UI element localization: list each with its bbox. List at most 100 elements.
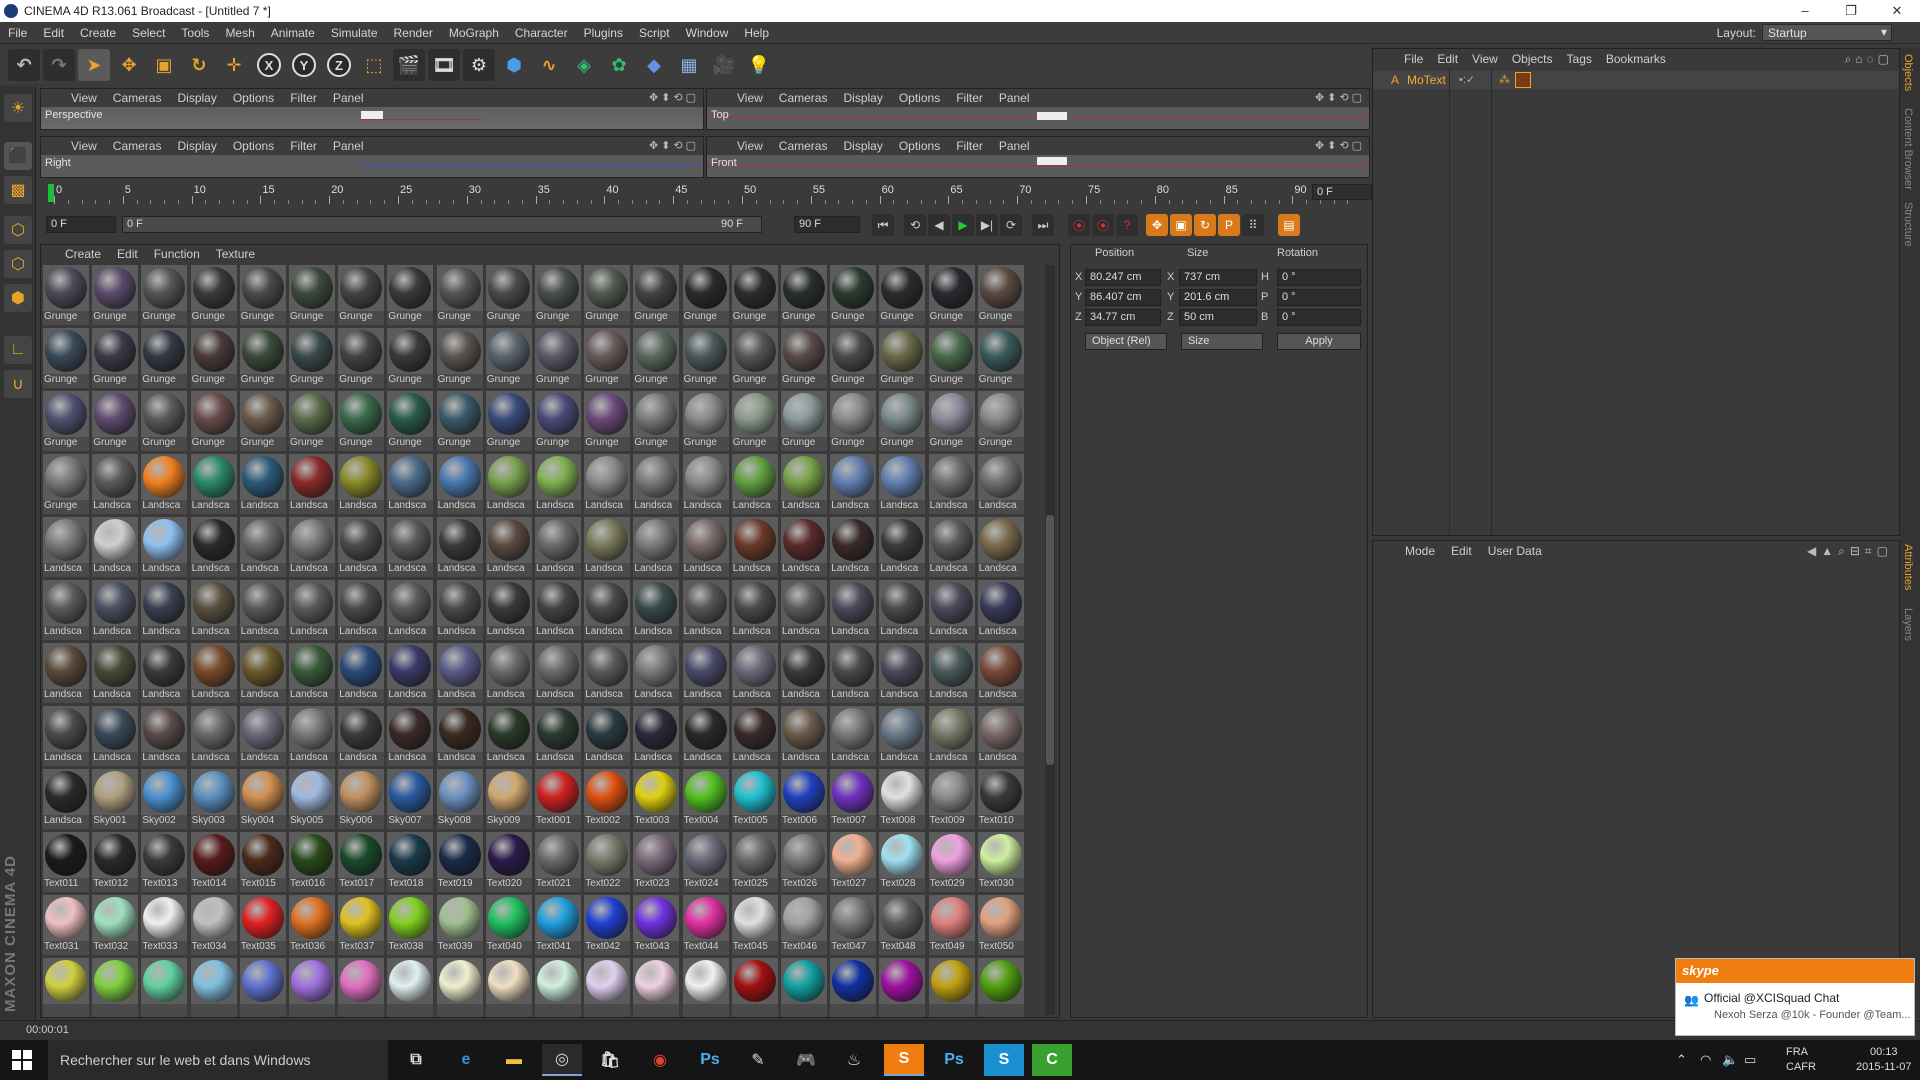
- material-swatch[interactable]: Text050: [977, 895, 1024, 955]
- material-swatch[interactable]: Landsca: [879, 643, 926, 703]
- material-swatch[interactable]: Landsca: [781, 643, 827, 703]
- camtasia-icon[interactable]: C: [1032, 1044, 1072, 1076]
- material-swatch[interactable]: Text013: [141, 832, 188, 892]
- material-swatch[interactable]: Grunge: [436, 265, 483, 325]
- viewport-top[interactable]: View Cameras Display Options Filter Pane…: [706, 88, 1370, 130]
- current-frame-field[interactable]: 0 F: [1312, 184, 1372, 200]
- menu-file[interactable]: File: [0, 26, 35, 40]
- material-swatch[interactable]: Text018: [387, 832, 434, 892]
- material-swatch[interactable]: Text025: [731, 832, 778, 892]
- material-swatch[interactable]: Grunge: [879, 328, 926, 388]
- material-swatch[interactable]: Text029: [928, 832, 975, 892]
- material-swatch[interactable]: Landsca: [92, 580, 139, 640]
- material-swatch[interactable]: Grunge: [977, 391, 1024, 451]
- material-swatch[interactable]: [92, 958, 139, 1017]
- menu-script[interactable]: Script: [631, 26, 678, 40]
- edge-browser-icon[interactable]: e: [446, 1044, 486, 1076]
- material-swatch[interactable]: Landsca: [436, 643, 483, 703]
- mograph-cloner-icon[interactable]: ✿: [603, 49, 635, 81]
- material-swatch[interactable]: Landsca: [141, 706, 188, 766]
- next-key-icon[interactable]: ⟳: [1000, 214, 1022, 236]
- material-swatch[interactable]: Grunge: [584, 391, 631, 451]
- vp-menu-display[interactable]: Display: [835, 139, 890, 153]
- material-swatch[interactable]: Landsca: [781, 454, 827, 514]
- material-swatch[interactable]: [584, 958, 631, 1017]
- material-swatch[interactable]: Text028: [879, 832, 926, 892]
- material-swatch[interactable]: Text046: [781, 895, 827, 955]
- material-swatch[interactable]: Landsca: [977, 517, 1024, 577]
- render-picture-viewer-icon[interactable]: 🎞: [428, 49, 460, 81]
- material-swatch[interactable]: Landsca: [338, 643, 385, 703]
- scale-icon[interactable]: ▣: [148, 49, 180, 81]
- record-parameter-icon[interactable]: P: [1218, 214, 1240, 236]
- mat-menu-create[interactable]: Create: [57, 247, 109, 261]
- tab-content-browser[interactable]: Content Browser: [1902, 108, 1914, 190]
- material-swatch[interactable]: Grunge: [682, 391, 729, 451]
- play-icon[interactable]: ▶: [952, 214, 974, 236]
- input-language[interactable]: FRA CAFR: [1786, 1045, 1816, 1075]
- spline-icon[interactable]: ∿: [533, 49, 565, 81]
- material-swatch[interactable]: [485, 958, 532, 1017]
- tab-layers[interactable]: Layers: [1902, 608, 1914, 641]
- material-swatch[interactable]: Text038: [387, 895, 434, 955]
- material-swatch[interactable]: Landsca: [43, 706, 89, 766]
- taskbar-clock[interactable]: 00:13 2015-11-07: [1856, 1045, 1911, 1075]
- material-swatch[interactable]: Grunge: [92, 391, 139, 451]
- material-swatch[interactable]: Grunge: [977, 265, 1024, 325]
- material-swatch[interactable]: Landsca: [387, 706, 434, 766]
- material-swatch[interactable]: [879, 958, 926, 1017]
- material-swatch[interactable]: Grunge: [338, 265, 385, 325]
- material-swatch[interactable]: Landsca: [436, 706, 483, 766]
- material-swatch[interactable]: [141, 958, 188, 1017]
- size-z-field[interactable]: 50 cm: [1179, 309, 1257, 326]
- obj-menu-objects[interactable]: Objects: [1505, 52, 1560, 66]
- material-swatch[interactable]: Landsca: [485, 706, 532, 766]
- material-swatch[interactable]: Grunge: [338, 328, 385, 388]
- edges-mode-icon[interactable]: ⬡: [4, 250, 32, 278]
- material-swatch[interactable]: Landsca: [43, 643, 89, 703]
- material-swatch[interactable]: Landsca: [977, 643, 1024, 703]
- material-swatch[interactable]: Sky007: [387, 769, 434, 829]
- material-swatch[interactable]: [289, 958, 335, 1017]
- y-axis-lock-icon[interactable]: Y: [288, 49, 320, 81]
- vp-menu-filter[interactable]: Filter: [282, 91, 325, 105]
- material-swatch[interactable]: Landsca: [830, 706, 877, 766]
- material-swatch[interactable]: Text015: [239, 832, 286, 892]
- move-icon[interactable]: ✥: [113, 49, 145, 81]
- record-rotation-icon[interactable]: ↻: [1194, 214, 1216, 236]
- apply-button[interactable]: Apply: [1277, 333, 1361, 350]
- skype-blue-icon[interactable]: S: [984, 1044, 1024, 1076]
- material-swatch[interactable]: Landsca: [535, 706, 581, 766]
- material-swatch[interactable]: Grunge: [485, 328, 532, 388]
- material-swatch[interactable]: Landsca: [584, 517, 631, 577]
- material-swatch[interactable]: Landsca: [928, 454, 975, 514]
- next-frame-icon[interactable]: ▶|: [976, 214, 998, 236]
- mat-menu-function[interactable]: Function: [146, 247, 208, 261]
- material-swatch[interactable]: Text021: [535, 832, 581, 892]
- viewport-nav-icons[interactable]: ✥⬍⟲▢: [1315, 139, 1365, 152]
- skype-taskbar-icon[interactable]: S: [884, 1044, 924, 1076]
- material-swatch[interactable]: Landsca: [239, 706, 286, 766]
- material-swatch[interactable]: Text003: [633, 769, 680, 829]
- material-swatch[interactable]: Landsca: [633, 517, 680, 577]
- material-swatch[interactable]: Landsca: [239, 517, 286, 577]
- material-swatch[interactable]: Sky002: [141, 769, 188, 829]
- material-swatch[interactable]: [535, 958, 581, 1017]
- vp-menu-panel[interactable]: Panel: [325, 91, 372, 105]
- model-mode-icon[interactable]: ⬛: [4, 142, 32, 170]
- live-select-icon[interactable]: ✛: [218, 49, 250, 81]
- material-swatch[interactable]: Landsca: [387, 517, 434, 577]
- material-swatch[interactable]: Grunge: [879, 265, 926, 325]
- material-swatch[interactable]: Landsca: [584, 454, 631, 514]
- material-swatch[interactable]: Landsca: [879, 454, 926, 514]
- material-swatch[interactable]: Landsca: [633, 454, 680, 514]
- material-swatch[interactable]: Landsca: [731, 454, 778, 514]
- start-frame-field[interactable]: 0 F: [46, 216, 116, 233]
- material-swatch[interactable]: Landsca: [190, 643, 237, 703]
- material-tag-icon[interactable]: [1515, 72, 1531, 88]
- attr-menu-user-data[interactable]: User Data: [1480, 544, 1550, 558]
- material-swatch[interactable]: Landsca: [731, 580, 778, 640]
- material-swatch[interactable]: Landsca: [43, 517, 89, 577]
- material-swatch[interactable]: Landsca: [141, 454, 188, 514]
- vp-menu-options[interactable]: Options: [225, 139, 282, 153]
